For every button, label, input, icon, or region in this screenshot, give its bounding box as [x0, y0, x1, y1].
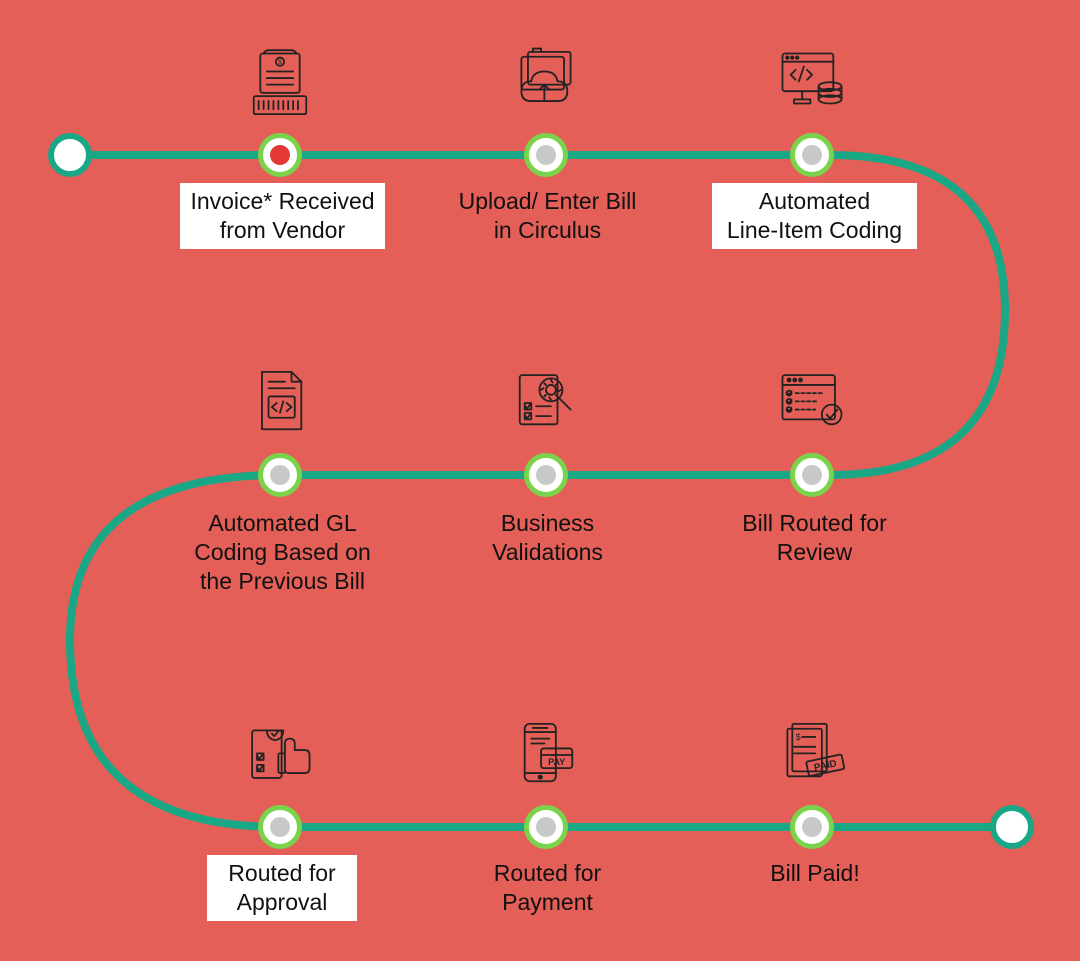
flow-start	[48, 133, 92, 177]
code-monitor-icon	[757, 38, 867, 128]
label-routed-payment: Routed forPayment	[445, 855, 650, 921]
review-window-icon	[757, 358, 867, 448]
label-upload-bill: Upload/ Enter Billin Circulus	[440, 183, 655, 249]
label-invoice-received: Invoice* Receivedfrom Vendor	[180, 183, 385, 249]
label-routed-approval: Routed forApproval	[207, 855, 357, 921]
upload-cloud-icon	[491, 38, 601, 128]
node-gl-coding	[258, 453, 302, 497]
code-document-icon	[225, 358, 335, 448]
node-bill-paid	[790, 805, 834, 849]
label-line-item-coding: AutomatedLine-Item Coding	[712, 183, 917, 249]
node-invoice-received	[258, 133, 302, 177]
workflow-diagram: $ Invoice* Receivedfrom Vendor Upload/ E…	[0, 0, 1080, 961]
node-upload-bill	[524, 133, 568, 177]
label-routed-review: Bill Routed forReview	[712, 505, 917, 571]
svg-text:$: $	[796, 732, 801, 742]
node-line-item-coding	[790, 133, 834, 177]
label-bill-paid: Bill Paid!	[740, 855, 890, 892]
node-routed-review	[790, 453, 834, 497]
invoice-icon: $	[225, 38, 335, 128]
label-gl-coding: Automated GLCoding Based onthe Previous …	[175, 505, 390, 599]
svg-text:$: $	[278, 59, 282, 66]
node-routed-payment	[524, 805, 568, 849]
flow-end	[990, 805, 1034, 849]
label-business-validations: BusinessValidations	[445, 505, 650, 571]
approval-icon	[225, 710, 335, 800]
svg-text:PAY: PAY	[548, 757, 565, 767]
pay-icon: PAY	[491, 710, 601, 800]
validate-icon	[491, 358, 601, 448]
node-business-validations	[524, 453, 568, 497]
node-routed-approval	[258, 805, 302, 849]
paid-stamp-icon: $ PAID	[757, 710, 867, 800]
